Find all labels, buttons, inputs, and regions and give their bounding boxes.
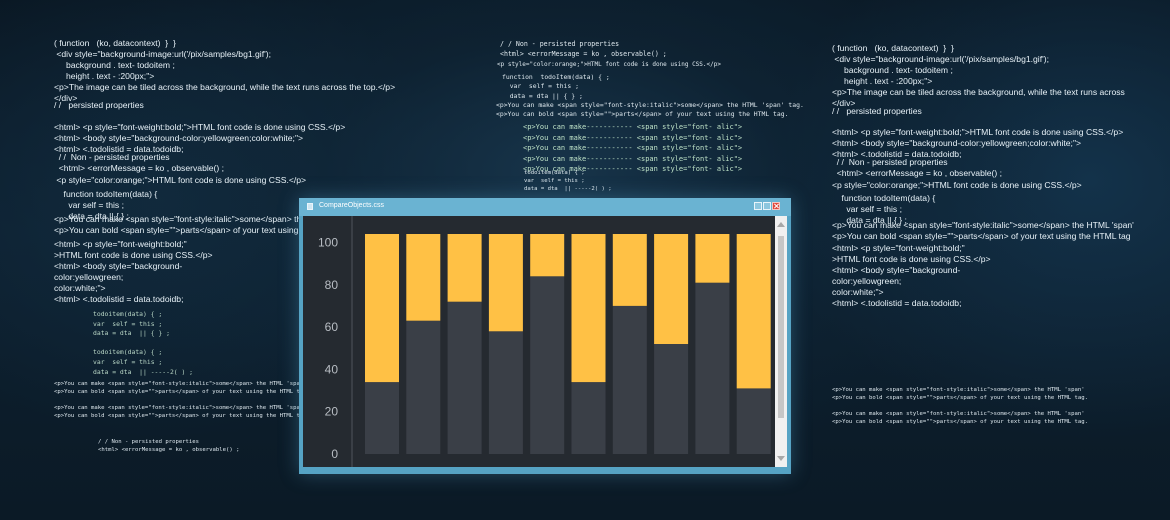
bar-segment-dark — [365, 382, 399, 454]
bg-code-center-mono: todoitem(data) { ; var self = this ; dat… — [524, 170, 612, 193]
stacked-bar-chart: 100 80 60 40 20 0 — [318, 234, 771, 461]
bar-segment-yellow — [571, 234, 606, 383]
bg-code-right-block3: <html> <p style="font-weight:bold;" >HTM… — [832, 243, 991, 308]
bg-code-right-top: ( function (ko, datacontext) } } <div st… — [832, 43, 1125, 108]
bar-segment-yellow — [447, 234, 482, 302]
bar-segment-dark — [406, 320, 441, 454]
document-icon — [307, 203, 313, 210]
y-tick-label: 80 — [325, 278, 339, 292]
scroll-down-arrow-icon[interactable] — [777, 456, 785, 461]
bg-code-left-orange: <p style="color:orange;">HTML font code … — [54, 175, 307, 185]
bg-code-right-persisted: / / persisted properties — [832, 106, 922, 116]
bar-segment-dark — [612, 305, 647, 454]
bg-code-left-mono: todoitem(data) { ; var self = this ; dat… — [93, 310, 194, 376]
bg-code-left-bottom: / / Non - persisted properties <html> <e… — [98, 439, 240, 454]
axis-divider — [351, 216, 353, 467]
bar-segment-yellow — [530, 234, 565, 277]
y-tick-label: 60 — [325, 320, 339, 334]
scroll-thumb[interactable] — [778, 236, 784, 418]
bg-code-center-function: function todoItem(data) { ; var self = t… — [502, 73, 610, 100]
bg-code-left-top: ( function (ko, datacontext) } } <div st… — [54, 38, 396, 103]
scroll-up-arrow-icon[interactable] — [777, 222, 785, 227]
minimize-button[interactable] — [754, 202, 762, 210]
y-tick-label: 20 — [325, 405, 339, 419]
bg-code-center-green: <p>You can make----------- <span style="… — [523, 123, 743, 173]
y-tick-label: 0 — [331, 447, 338, 461]
bar-segment-yellow — [365, 234, 399, 383]
bar-segment-yellow — [654, 234, 689, 344]
desktop-background: ( function (ko, datacontext) } } <div st… — [0, 0, 1170, 520]
bg-code-left-block2: <html> <p style="font-weight:bold;">HTML… — [54, 122, 346, 154]
bar-segment-yellow — [695, 234, 730, 283]
bg-code-right-nonpersisted: / / Non - persisted properties <html> <e… — [836, 157, 1003, 178]
chart-panel: 100 80 60 40 20 0 — [303, 216, 787, 467]
bar-segment-yellow — [612, 234, 647, 306]
bar-segment-yellow — [736, 234, 771, 389]
window-title: CompareObjects.css — [319, 202, 384, 209]
y-tick-label: 40 — [325, 362, 339, 376]
bar-segment-dark — [736, 388, 771, 454]
close-button[interactable] — [772, 202, 780, 210]
bg-code-right-small: <p>You can make <span style="font-style:… — [832, 387, 1088, 426]
vertical-scrollbar[interactable] — [775, 216, 787, 467]
bg-code-left-nonpersisted: / / Non - persisted properties <html> <e… — [58, 152, 225, 173]
y-tick-label: 100 — [318, 235, 338, 249]
bar-segment-dark — [488, 331, 523, 454]
compare-objects-window[interactable]: CompareObjects.css 100 80 60 40 20 0 — [299, 198, 791, 474]
bar-segment-dark — [571, 382, 606, 454]
bg-code-right-span: <p>You can make <span style="font-style:… — [832, 220, 1134, 241]
bg-code-left-small: <p>You can make <span style="font-style:… — [54, 381, 310, 420]
bar-segment-dark — [695, 282, 730, 454]
bg-code-left-block3: <html> <p style="font-weight:bold;" >HTM… — [54, 239, 213, 304]
bg-code-center-top: / / Non - persisted properties <html> <e… — [500, 40, 667, 58]
bar-segment-yellow — [406, 234, 441, 321]
bg-code-center-span: <p>You can make <span style="font-style:… — [496, 101, 804, 119]
bar-segment-dark — [530, 276, 565, 454]
window-titlebar[interactable]: CompareObjects.css — [299, 198, 791, 216]
maximize-button[interactable] — [763, 202, 771, 210]
bar-segment-dark — [654, 344, 689, 454]
bar-segment-yellow — [488, 234, 523, 332]
bar-segment-dark — [447, 301, 482, 454]
bg-code-right-orange: <p style="color:orange;">HTML font code … — [832, 180, 1082, 190]
bg-code-center-orange: <p style="color:orange;">HTML font code … — [497, 61, 721, 68]
bg-code-left-persisted: / / persisted properties — [54, 100, 144, 110]
bg-code-right-block2: <html> <p style="font-weight:bold;">HTML… — [832, 127, 1124, 159]
